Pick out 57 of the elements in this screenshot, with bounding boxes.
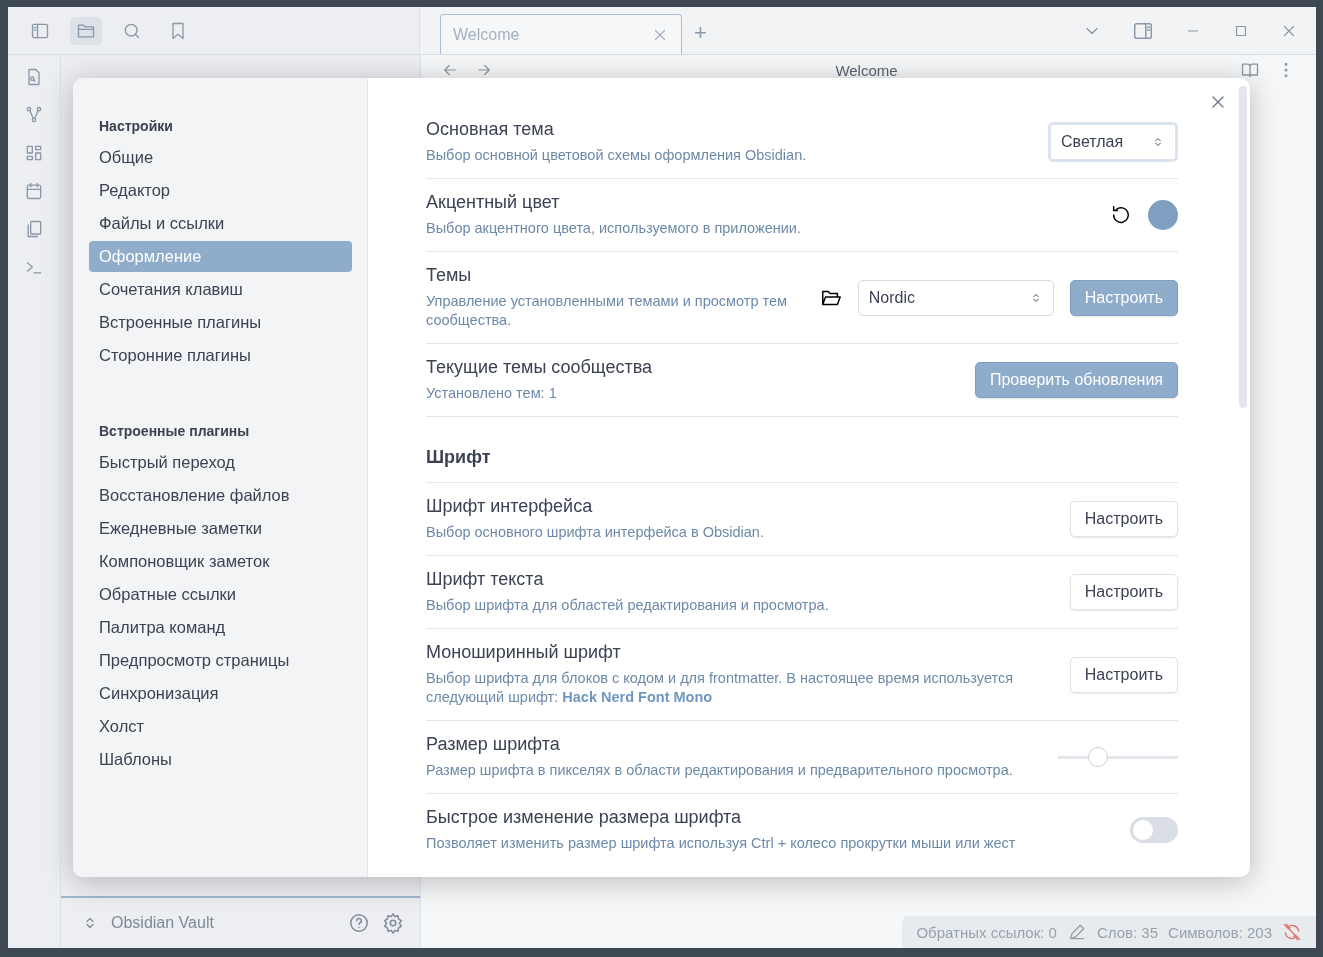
nav-item[interactable]: Восстановление файлов (89, 480, 352, 511)
reset-icon[interactable] (1110, 204, 1132, 226)
nav-item[interactable]: Компоновщик заметок (89, 546, 352, 577)
color-swatch[interactable] (1148, 200, 1178, 230)
theme-dropdown[interactable]: Светлая (1048, 122, 1178, 162)
toggle-switch[interactable] (1130, 817, 1178, 843)
setting-description: Выбор основной цветовой схемы оформления Obsidian. (426, 146, 808, 165)
graph-icon[interactable] (24, 105, 44, 125)
nav-item[interactable]: Шаблоны (89, 744, 352, 775)
nav-item[interactable]: Файлы и ссылки (89, 208, 352, 239)
setting-name: Размер шрифта (426, 734, 561, 755)
setting-description: Выбор основного шрифта интерфейса в Obsidian. (426, 523, 765, 542)
section-heading: Шрифт (426, 417, 1178, 483)
word-count: Слов: 35 (1096, 923, 1159, 941)
setting-name: Моноширинный шрифт (426, 642, 622, 663)
nav-item[interactable]: Встроенные плагины (89, 307, 352, 338)
setting-description: Установлено тем: 1 (426, 384, 558, 403)
settings-icon[interactable] (382, 912, 404, 934)
nav-item[interactable]: Сочетания клавиш (89, 274, 352, 305)
nav-item[interactable]: Ежедневные заметки (89, 513, 352, 544)
backlinks-count: Обратных ссылок: 0 (916, 923, 1057, 941)
nav-item[interactable]: Общие (89, 142, 352, 173)
view-title: Welcome (834, 61, 899, 79)
action-button[interactable]: Настроить (1069, 574, 1178, 610)
setting-name: Быстрое изменение размера шрифта (426, 807, 743, 828)
setting-description: Выбор шрифта для областей редактирования и просмотра. (426, 596, 830, 615)
setting-description: Выбор акцентного цвета, используемого в приложении. (426, 219, 802, 238)
sync-off-icon[interactable] (1282, 922, 1302, 942)
char-count: Символов: 203 (1168, 923, 1272, 941)
action-button[interactable]: Настроить (1069, 501, 1178, 537)
grid-icon[interactable] (24, 143, 44, 163)
setting-name: Шрифт текста (426, 569, 545, 590)
setting-name: Текущие темы сообщества (426, 357, 654, 378)
nav-item[interactable]: Холст (89, 711, 352, 742)
setting-description: Выбор шрифта для блоков с кодом и для frontmatter. В настоящее время используется следующий шрифт: Hack Nerd Font Mono (426, 669, 1015, 707)
action-button[interactable]: Настроить (1069, 656, 1178, 693)
setting-description: Размер шрифта в пикселях в области редактирования и предварительного просмотра. (426, 761, 1014, 780)
setting-description: Позволяет изменить размер шрифта используя Ctrl + колесо прокрутки мыши или жест (426, 834, 1017, 853)
nav-item[interactable]: Сторонние плагины (89, 340, 352, 371)
nav-item[interactable]: Палитра команд (89, 612, 352, 643)
nav-item[interactable]: Предпросмотр страницы (89, 645, 352, 676)
calendar-icon[interactable] (24, 181, 44, 201)
nav-heading: Настройки (98, 117, 174, 136)
nav-item[interactable]: Редактор (89, 175, 352, 206)
setting-name: Шрифт интерфейса (426, 496, 594, 517)
nav-item[interactable]: Быстрый переход (89, 447, 352, 478)
help-icon[interactable] (348, 912, 370, 934)
theme-select[interactable]: Nordic (857, 279, 1054, 316)
setting-description: Управление установленными темами и просмотр тем сообщества. (426, 292, 788, 330)
slider-thumb[interactable] (1087, 747, 1108, 767)
setting-name: Темы (426, 265, 473, 286)
setting-name: Основная тема (426, 119, 555, 140)
scrollbar[interactable] (1239, 86, 1247, 408)
nav-item[interactable]: Обратные ссылки (89, 579, 352, 610)
nav-item[interactable]: Синхронизация (89, 678, 352, 709)
setting-name: Акцентный цвет (426, 192, 561, 213)
nav-heading: Встроенные плагины (98, 422, 251, 441)
